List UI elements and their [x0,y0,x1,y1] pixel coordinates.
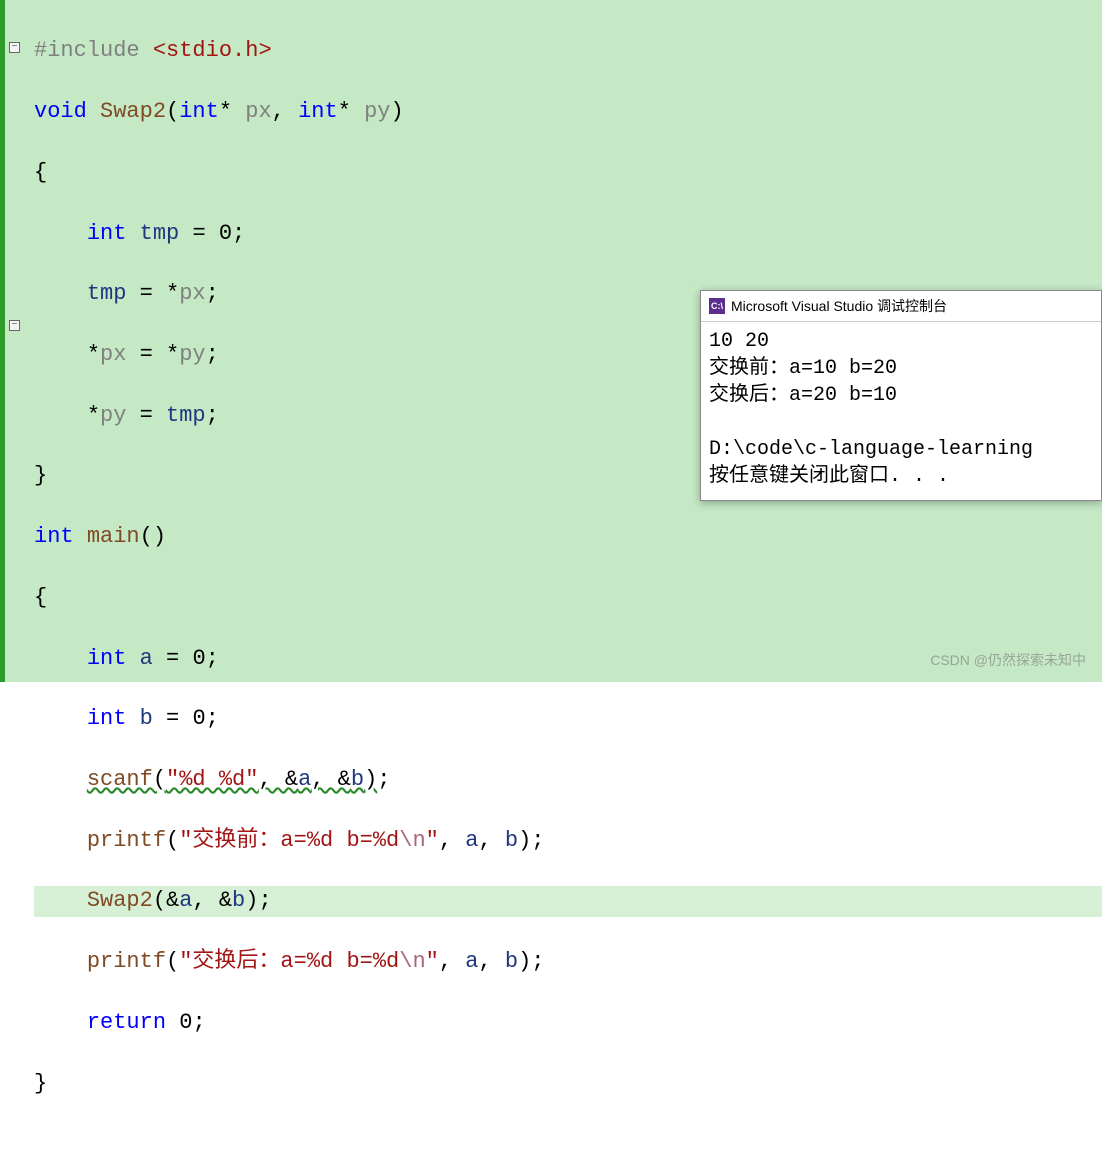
console-line: 10 20 [709,330,769,353]
console-icon: C:\ [709,298,725,314]
escape-seq: \n [399,828,425,853]
string: "交换后：a=%d b=%d [179,949,399,974]
function-name: Swap2 [100,99,166,124]
param: py [100,403,126,428]
string: "交换前：a=%d b=%d [179,828,399,853]
variable: tmp [166,403,206,428]
variable: a [140,646,153,671]
param: py [364,99,390,124]
variable: a [298,767,311,792]
function-call: Swap2 [87,888,153,913]
string: " [426,949,439,974]
console-line: 按任意键关闭此窗口. . . [709,465,949,488]
keyword: void [34,99,87,124]
console-title: Microsoft Visual Studio 调试控制台 [731,296,947,316]
watermark: CSDN @仍然探索未知中 [930,650,1086,670]
debug-console-window[interactable]: C:\ Microsoft Visual Studio 调试控制台 10 20 … [700,290,1102,501]
string: " [426,828,439,853]
type: int [87,221,127,246]
escape-seq: \n [399,949,425,974]
param: py [179,342,205,367]
code-area[interactable]: #include <stdio.h> void Swap2(int* px, i… [4,6,1102,1160]
function-call-warning: scanf [87,767,153,792]
fold-toggle-icon[interactable]: − [9,42,20,53]
literal: 0 [192,646,205,671]
variable: tmp [140,221,180,246]
console-line: 交换前：a=10 b=20 [709,357,897,380]
variable: b [505,949,518,974]
type: int [87,646,127,671]
variable: b [140,706,153,731]
type: int [34,524,74,549]
variable: b [351,767,364,792]
include-path: <stdio.h> [140,38,272,63]
function-name: main [87,524,140,549]
variable: b [505,828,518,853]
change-indicator-bar [0,0,5,682]
literal: 0 [192,706,205,731]
fold-gutter: − − [9,0,27,682]
keyword: return [87,1010,166,1035]
literal: 0 [219,221,232,246]
variable: b [232,888,245,913]
type: int [179,99,219,124]
literal: 0 [179,1010,192,1035]
fold-toggle-icon[interactable]: − [9,320,20,331]
variable: a [179,888,192,913]
function-call: printf [87,828,166,853]
console-titlebar[interactable]: C:\ Microsoft Visual Studio 调试控制台 [701,291,1101,322]
param: px [179,281,205,306]
type: int [298,99,338,124]
type: int [87,706,127,731]
variable: tmp [87,281,127,306]
console-line: D:\code\c-language-learning [709,438,1033,461]
variable: a [465,949,478,974]
console-line: 交换后：a=20 b=10 [709,384,897,407]
console-output: 10 20 交换前：a=10 b=20 交换后：a=20 b=10 D:\cod… [701,322,1101,500]
param: px [100,342,126,367]
string: "%d %d" [166,767,258,792]
function-call: printf [87,949,166,974]
variable: a [465,828,478,853]
preprocessor: #include [34,38,140,63]
param: px [245,99,271,124]
